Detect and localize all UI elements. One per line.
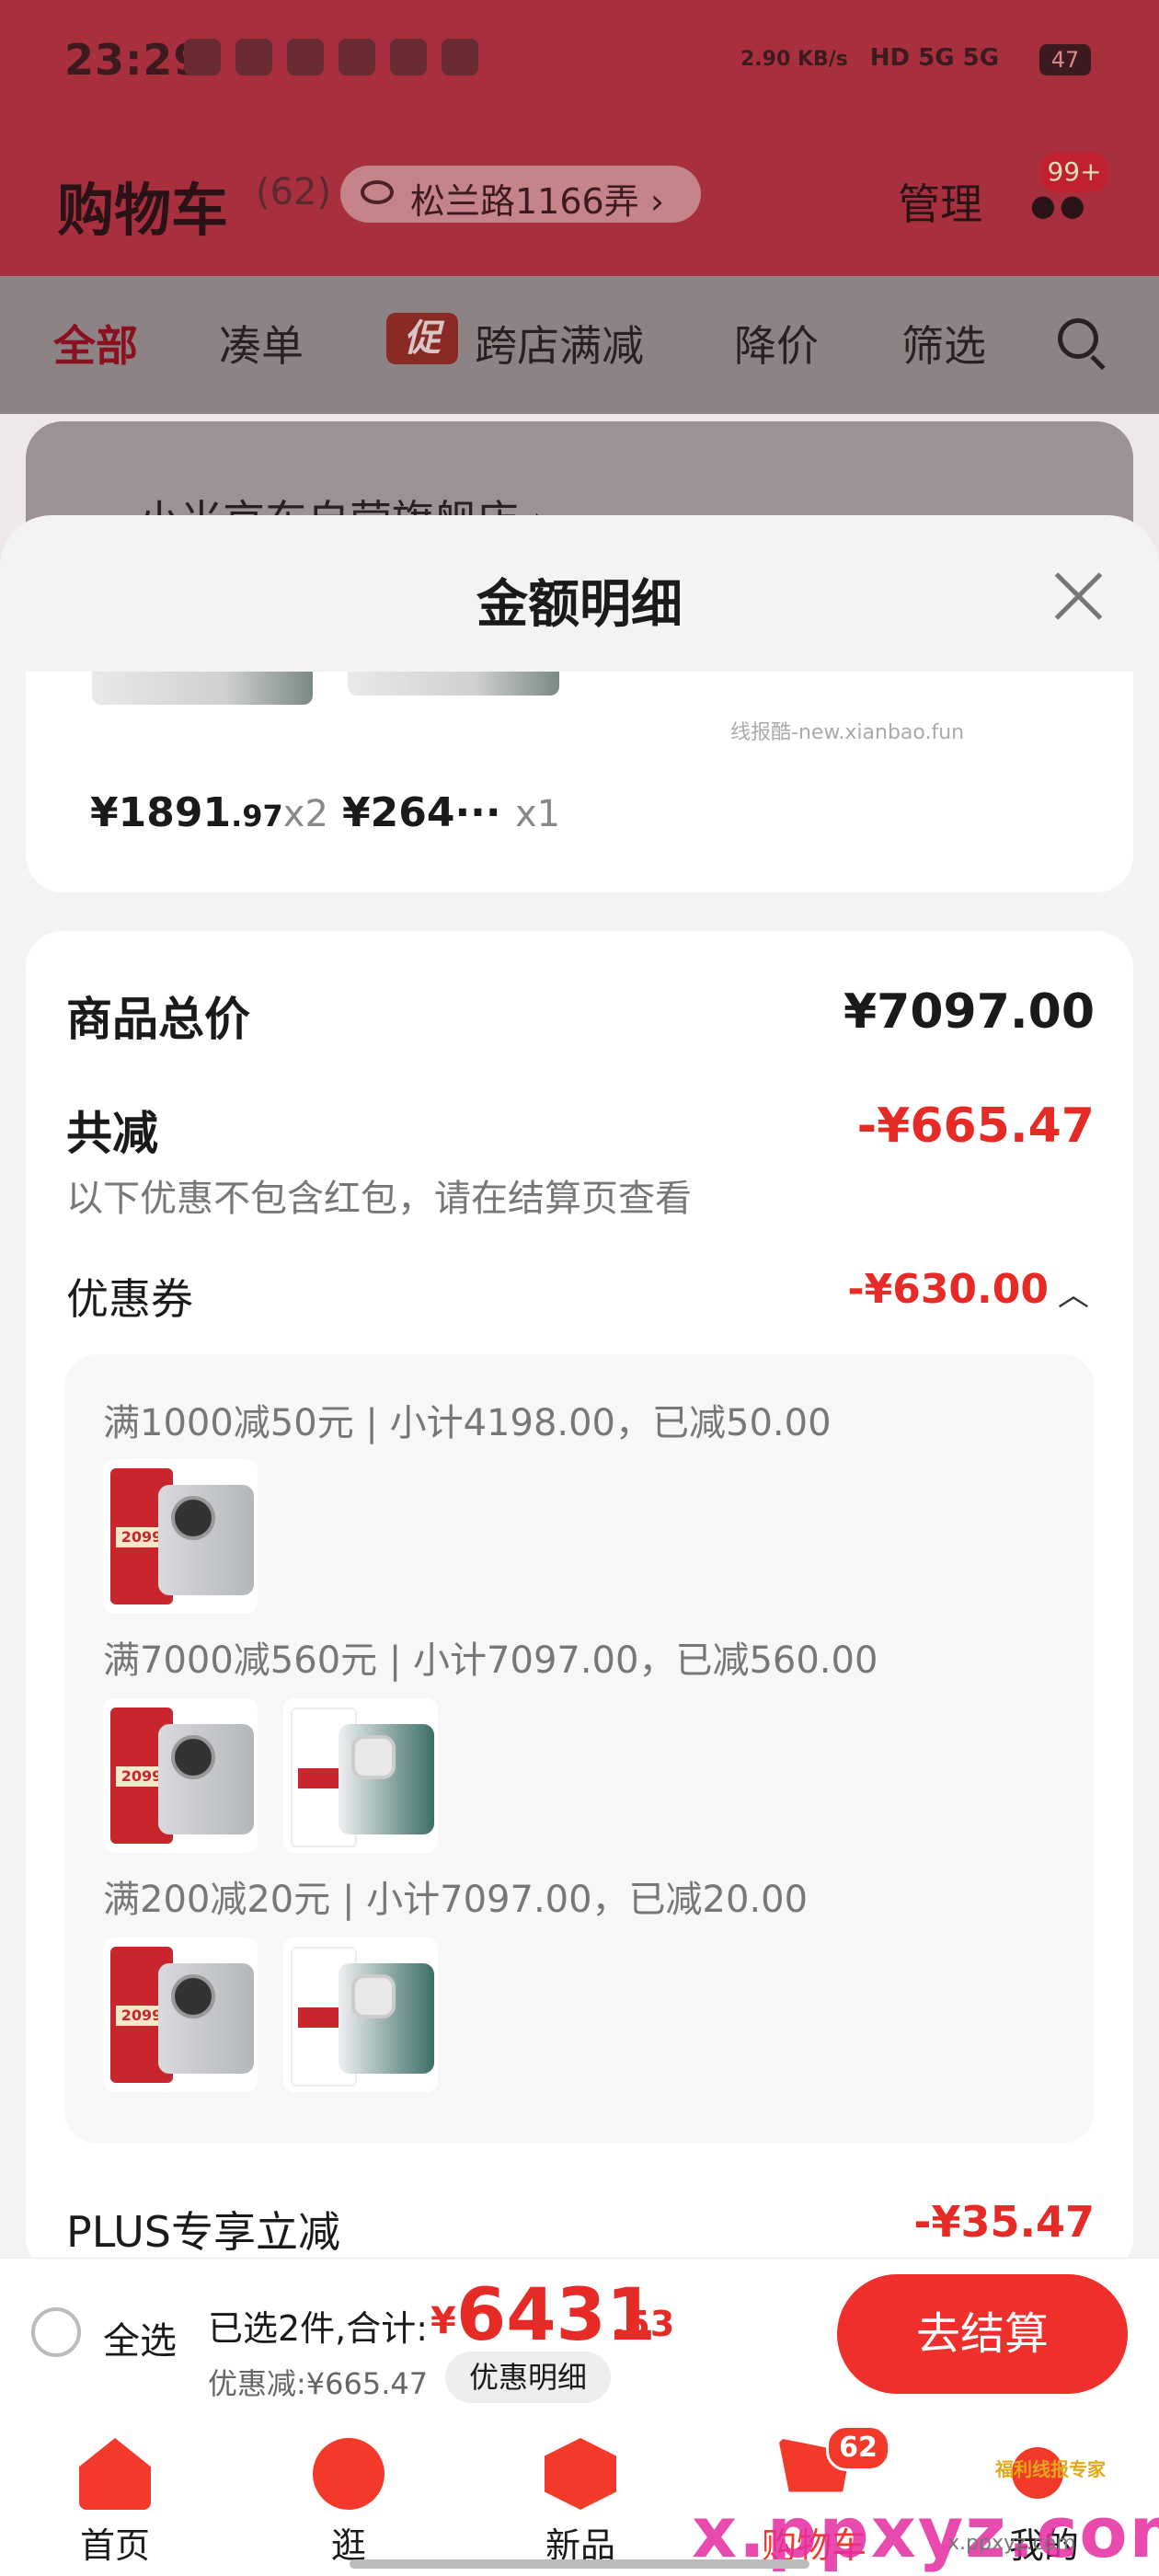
- tab-combine[interactable]: 凑单: [219, 313, 304, 374]
- address-text: 松兰路1166弄 ›: [410, 173, 664, 224]
- total-currency: ¥: [430, 2300, 456, 2342]
- item-price-int: ¥264···: [342, 789, 501, 836]
- eye-icon: [361, 180, 394, 204]
- notification-icons: [184, 39, 478, 75]
- message-badge: 99+: [1038, 149, 1111, 195]
- cart-badge: 62: [826, 2425, 890, 2471]
- coupon-rule: 满1000减50元 | 小计4198.00，已减50.00: [103, 1402, 832, 1444]
- app-notification-icon: [390, 39, 427, 75]
- sheet-title: 金额明细: [476, 575, 683, 635]
- status-time: 23:29: [64, 35, 204, 85]
- goods-total-value: ¥7097.00: [843, 984, 1095, 1040]
- plus-discount-value: -¥35.47: [913, 2197, 1095, 2247]
- select-all-label[interactable]: 全选: [103, 2311, 177, 2364]
- product-thumbnail: [92, 672, 313, 705]
- tab-filter[interactable]: 筛选: [901, 313, 986, 374]
- close-icon[interactable]: [1050, 569, 1106, 624]
- search-icon[interactable]: [1058, 318, 1098, 359]
- product-image-k70: [283, 1698, 438, 1853]
- selected-summary: 已选2件,合计:: [208, 2308, 429, 2349]
- status-network: 2.90 KB/s HD 5G 5G: [740, 37, 999, 74]
- coupon-label: 优惠券: [66, 1274, 193, 1324]
- item-price-dec: .97: [231, 799, 283, 834]
- manage-button[interactable]: 管理: [898, 171, 982, 232]
- total-amount-decimal: .53: [613, 2304, 675, 2344]
- signal-indicator: HD 5G 5G: [869, 44, 1000, 72]
- item-price: ¥1891.97x2: [90, 789, 328, 836]
- nav-home[interactable]: 首页: [41, 2517, 189, 2568]
- app-notification-icon: [442, 39, 478, 75]
- coupon-value[interactable]: -¥630.00: [828, 1266, 1049, 1313]
- chevron-right-icon: ›: [649, 181, 665, 222]
- checkout-button[interactable]: 去结算: [837, 2274, 1128, 2394]
- item-summary-card: [26, 672, 1133, 892]
- coupon-rule: 满7000减560元 | 小计7097.00，已减560.00: [103, 1639, 878, 1682]
- tab-cross-store[interactable]: 跨店满减: [475, 313, 644, 374]
- goods-total-label: 商品总价: [66, 993, 250, 1046]
- net-speed: 2.90 KB/s: [740, 48, 848, 71]
- cart-count: (62): [256, 171, 332, 213]
- browse-icon[interactable]: [313, 2438, 384, 2510]
- app-notification-icon: [287, 39, 324, 75]
- product-thumbnail: [348, 672, 559, 696]
- app-notification-icon: [339, 39, 375, 75]
- battery-icon: 47: [1039, 44, 1091, 75]
- product-image-civi: 2099: [103, 1698, 258, 1853]
- app-notification-icon: [184, 39, 221, 75]
- item-price: ¥264··· x1: [342, 789, 560, 836]
- reduce-note: 以下优惠不包含红包，请在结算页查看: [66, 1178, 692, 1220]
- tab-price-drop[interactable]: 降价: [734, 313, 819, 374]
- watermark-text: 线报酷-new.xianbao.fun: [730, 721, 965, 744]
- product-image-k70: [283, 1938, 438, 2092]
- chevron-up-icon[interactable]: ︿: [1058, 1270, 1089, 1315]
- promo-tag: 促: [386, 313, 458, 364]
- product-image-civi: 2099: [103, 1938, 258, 2092]
- tab-all[interactable]: 全部: [53, 313, 138, 374]
- address-value: 松兰路1166弄: [410, 181, 639, 222]
- reduce-label: 共减: [66, 1107, 158, 1160]
- discount-detail-button[interactable]: 优惠明细: [445, 2352, 611, 2403]
- item-qty: x2: [282, 793, 328, 835]
- watermark-text: x.ppxyz.com: [947, 2532, 1076, 2555]
- item-price-int: ¥1891: [90, 789, 232, 836]
- select-all-checkbox[interactable]: [31, 2307, 81, 2357]
- plus-discount-label: PLUS专享立减: [66, 2207, 340, 2257]
- product-image-civi: 2099: [103, 1459, 258, 1614]
- app-notification-icon: [235, 39, 272, 75]
- home-indicator[interactable]: [350, 2559, 809, 2569]
- reduce-value: -¥665.47: [856, 1098, 1095, 1154]
- item-qty: x1: [514, 793, 561, 835]
- coupon-rule: 满200减20元 | 小计7097.00，已减20.00: [103, 1879, 809, 1921]
- discount-summary: 优惠减:¥665.47: [208, 2366, 429, 2401]
- watermark-badge: 福利线报专家: [995, 2458, 1106, 2480]
- page-title: 购物车: [57, 177, 229, 244]
